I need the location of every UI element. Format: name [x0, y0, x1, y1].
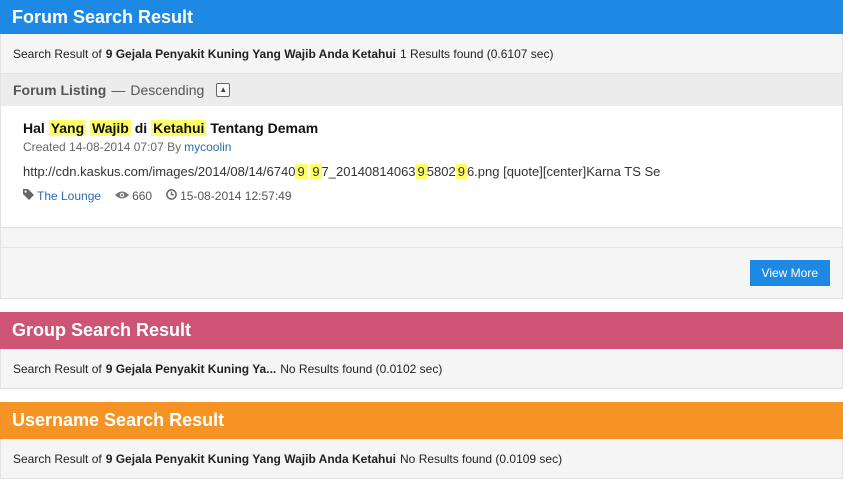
- forum-listing-spacer: [0, 228, 843, 248]
- eye-icon: [115, 191, 130, 199]
- result-title-link[interactable]: Hal Yang Wajib di Ketahui Tentang Demam: [23, 120, 820, 136]
- forum-result-item: Hal Yang Wajib di Ketahui Tentang Demam …: [0, 106, 843, 228]
- highlighted-term: 9: [455, 164, 467, 179]
- forum-listing-bar: Forum Listing — Descending ▲: [0, 74, 843, 106]
- clock-icon: [166, 189, 177, 200]
- highlighted-term: 9: [415, 164, 427, 179]
- highlighted-term: Wajib: [90, 120, 131, 136]
- highlighted-term: Ketahui: [151, 120, 207, 136]
- text-fragment: Tentang Demam: [206, 120, 319, 136]
- highlighted-term: 9: [295, 164, 307, 179]
- forum-listing-title: Forum Listing: [13, 82, 107, 98]
- views-count: 660: [132, 189, 153, 203]
- summary-query: 9 Gejala Penyakit Kuning Yang Wajib Anda…: [105, 46, 397, 61]
- forum-name-link[interactable]: The Lounge: [37, 189, 101, 203]
- result-created: Created 14-08-2014 07:07 By: [23, 140, 182, 154]
- group-search-summary: Search Result of 9 Gejala Penyakit Kunin…: [0, 349, 843, 389]
- result-author-link[interactable]: mycoolin: [184, 140, 231, 154]
- username-search-heading-text: Username Search Result: [12, 410, 225, 430]
- result-meta: Created 14-08-2014 07:07 By mycoolin: [23, 140, 820, 154]
- text-fragment: di: [130, 120, 152, 136]
- summary-query: 9 Gejala Penyakit Kuning Ya...: [105, 361, 277, 376]
- text-fragment: Hal: [23, 120, 49, 136]
- highlighted-term: Yang: [48, 120, 87, 136]
- text-fragment: 7_20140814063: [321, 164, 416, 179]
- username-search-heading: Username Search Result: [0, 402, 843, 439]
- result-snippet: http://cdn.kaskus.com/images/2014/08/14/…: [23, 164, 820, 179]
- forum-listing-order: Descending: [130, 82, 205, 98]
- forum-search-heading-text: Forum Search Result: [12, 6, 194, 27]
- summary-status: No Results found (0.0109 sec): [400, 451, 563, 466]
- view-more-row: View More: [0, 248, 843, 299]
- summary-prefix: Search Result of: [13, 46, 102, 61]
- summary-status: No Results found (0.0102 sec): [280, 361, 443, 376]
- last-post-time: 15-08-2014 12:57:49: [180, 189, 292, 203]
- forum-search-heading: Forum Search Result: [0, 0, 843, 34]
- summary-query: 9 Gejala Penyakit Kuning Yang Wajib Anda…: [105, 451, 397, 466]
- forum-listing-separator: —: [111, 82, 126, 98]
- username-search-summary: Search Result of 9 Gejala Penyakit Kunin…: [0, 439, 843, 479]
- summary-prefix: Search Result of: [13, 451, 102, 466]
- result-last-post: 15-08-2014 12:57:49: [166, 189, 292, 203]
- group-search-heading-text: Group Search Result: [12, 320, 192, 340]
- text-fragment: http://cdn.kaskus.com/images/2014/08/14/…: [23, 164, 296, 179]
- result-forum: The Lounge: [23, 189, 101, 203]
- highlighted-term: 9: [310, 164, 322, 179]
- text-fragment: 6.png [quote][center]Karna TS Se: [466, 164, 661, 179]
- group-search-heading: Group Search Result: [0, 312, 843, 349]
- forum-search-summary: Search Result of 9 Gejala Penyakit Kunin…: [0, 34, 843, 74]
- text-fragment: 5802: [426, 164, 456, 179]
- view-more-button[interactable]: View More: [749, 260, 830, 286]
- sort-toggle-chevron-up-icon[interactable]: ▲: [216, 83, 231, 97]
- summary-prefix: Search Result of: [13, 361, 102, 376]
- result-footer: The Lounge 660 15-08-2014 12:57:49: [23, 189, 820, 203]
- tag-icon: [23, 189, 34, 200]
- summary-status: 1 Results found (0.6107 sec): [400, 46, 554, 61]
- result-views: 660: [115, 189, 152, 203]
